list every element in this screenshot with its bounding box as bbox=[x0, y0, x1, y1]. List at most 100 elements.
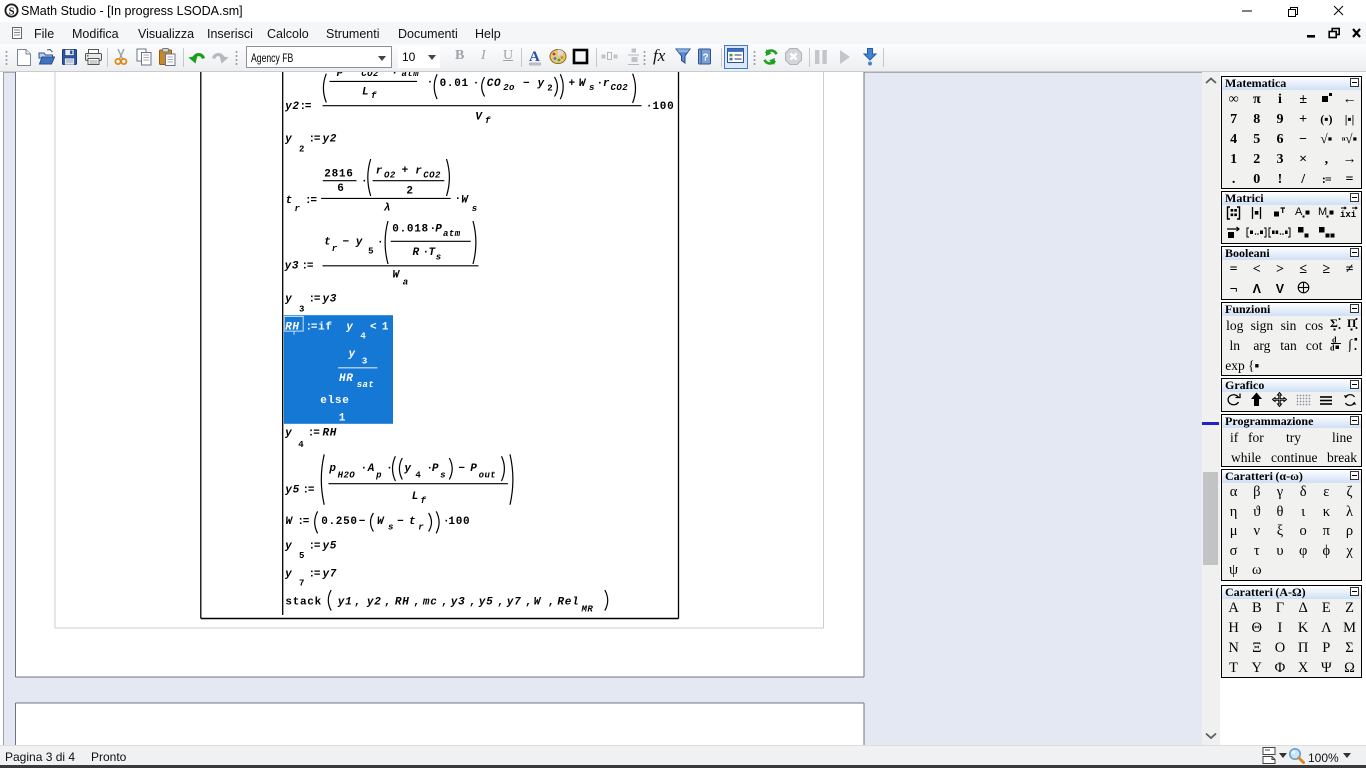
svg-text:r: r bbox=[415, 165, 422, 177]
svg-text:atm: atm bbox=[443, 229, 461, 239]
svg-text:3: 3 bbox=[299, 304, 305, 314]
svg-text:100: 100 bbox=[448, 516, 470, 528]
svg-text:RH: RH bbox=[285, 322, 300, 334]
svg-text:W: W bbox=[534, 596, 542, 608]
svg-text:RH: RH bbox=[395, 596, 410, 608]
svg-text:y2: y2 bbox=[284, 101, 300, 113]
svg-text:y7: y7 bbox=[322, 568, 338, 580]
svg-text::=: := bbox=[309, 293, 321, 305]
svg-text:P: P bbox=[435, 223, 442, 235]
svg-text:y5: y5 bbox=[478, 596, 494, 608]
svg-text:atm: atm bbox=[402, 72, 420, 79]
svg-text:MR: MR bbox=[581, 605, 594, 615]
svg-text:HR: HR bbox=[339, 373, 354, 385]
svg-text:CO2: CO2 bbox=[423, 171, 441, 181]
svg-text:2: 2 bbox=[547, 84, 553, 94]
svg-text:0.01: 0.01 bbox=[440, 78, 469, 90]
svg-text:if: if bbox=[318, 322, 333, 334]
svg-text:−: − bbox=[523, 78, 530, 90]
svg-text:·: · bbox=[377, 237, 384, 249]
svg-text:5: 5 bbox=[368, 247, 374, 257]
svg-text:CO2: CO2 bbox=[611, 83, 629, 93]
svg-text:0.250: 0.250 bbox=[321, 516, 358, 528]
svg-text:<: < bbox=[370, 322, 377, 334]
svg-text::=: := bbox=[303, 485, 315, 497]
svg-text:f: f bbox=[371, 91, 377, 101]
svg-text:t: t bbox=[286, 195, 293, 207]
svg-text::=: := bbox=[297, 516, 309, 528]
svg-text:L: L bbox=[362, 87, 369, 99]
svg-text:2: 2 bbox=[406, 186, 413, 198]
svg-text:f: f bbox=[485, 116, 491, 126]
svg-text:s: s bbox=[589, 83, 595, 93]
svg-text:,: , bbox=[384, 596, 391, 608]
svg-text:,: , bbox=[548, 596, 555, 608]
svg-text:−: − bbox=[343, 236, 350, 248]
svg-text:t: t bbox=[409, 516, 416, 528]
svg-text:2o: 2o bbox=[503, 83, 515, 93]
svg-text:2816: 2816 bbox=[324, 169, 353, 181]
svg-text:·: · bbox=[427, 77, 434, 89]
svg-text:7: 7 bbox=[299, 579, 305, 589]
svg-text::=: := bbox=[308, 428, 320, 440]
svg-text:A: A bbox=[1295, 206, 1303, 218]
svg-text:r: r bbox=[376, 165, 383, 177]
svg-text:y5: y5 bbox=[284, 485, 300, 497]
svg-text:,: , bbox=[354, 596, 361, 608]
svg-text:100: 100 bbox=[653, 101, 675, 113]
svg-text:6: 6 bbox=[337, 183, 344, 195]
svg-text:CO: CO bbox=[487, 78, 502, 90]
svg-text:+: + bbox=[402, 165, 409, 177]
svg-text:y3: y3 bbox=[284, 261, 300, 273]
svg-text:H2O: H2O bbox=[338, 470, 356, 480]
svg-text:y: y bbox=[345, 322, 353, 334]
svg-text:y: y bbox=[355, 236, 363, 248]
svg-text:y5: y5 bbox=[322, 541, 338, 553]
svg-text:W: W bbox=[461, 194, 469, 206]
svg-text:+: + bbox=[569, 78, 576, 90]
svg-text:,: , bbox=[497, 596, 504, 608]
svg-text::=: := bbox=[302, 261, 314, 273]
svg-text:y: y bbox=[537, 78, 545, 90]
svg-text:s: s bbox=[472, 204, 478, 214]
svg-text:V: V bbox=[475, 112, 483, 124]
svg-text:A: A bbox=[367, 463, 375, 475]
svg-text:Π: Π bbox=[1347, 316, 1357, 330]
svg-text:ixi: ixi bbox=[1340, 210, 1357, 219]
svg-text::=: := bbox=[305, 195, 317, 207]
svg-text:·: · bbox=[473, 78, 480, 90]
svg-text:W: W bbox=[393, 270, 401, 282]
svg-text:r: r bbox=[332, 244, 338, 254]
svg-text:y: y bbox=[284, 568, 292, 580]
svg-text:p: p bbox=[375, 470, 382, 480]
svg-text:1: 1 bbox=[382, 322, 389, 334]
svg-text:,: , bbox=[469, 596, 476, 608]
svg-text:1: 1 bbox=[339, 412, 346, 424]
svg-text:stack: stack bbox=[285, 596, 322, 608]
svg-text:y2: y2 bbox=[366, 596, 382, 608]
svg-text:a: a bbox=[403, 277, 409, 287]
svg-text:0.018: 0.018 bbox=[392, 223, 429, 235]
svg-text:W: W bbox=[286, 516, 294, 528]
svg-text:−: − bbox=[458, 463, 465, 475]
svg-text:y1: y1 bbox=[337, 596, 353, 608]
svg-text:M: M bbox=[1318, 206, 1327, 218]
svg-text:W: W bbox=[377, 516, 385, 528]
svg-text:?: ? bbox=[702, 53, 708, 64]
svg-text:y3: y3 bbox=[450, 596, 466, 608]
svg-text:y: y bbox=[284, 428, 292, 440]
svg-text:p: p bbox=[328, 463, 336, 475]
svg-text:Rel: Rel bbox=[557, 596, 579, 608]
svg-text:4: 4 bbox=[415, 470, 421, 480]
svg-text:5: 5 bbox=[299, 551, 305, 561]
svg-text:,: , bbox=[441, 596, 448, 608]
svg-text:d: d bbox=[1330, 344, 1335, 352]
svg-text:−: − bbox=[397, 516, 404, 528]
svg-text:t: t bbox=[324, 236, 331, 248]
svg-text::=: := bbox=[309, 133, 321, 145]
svg-text:p: p bbox=[336, 72, 344, 78]
svg-text:W: W bbox=[579, 78, 587, 90]
svg-text:R: R bbox=[413, 247, 420, 259]
svg-text:λ: λ bbox=[383, 203, 391, 215]
svg-text:f: f bbox=[421, 496, 427, 506]
